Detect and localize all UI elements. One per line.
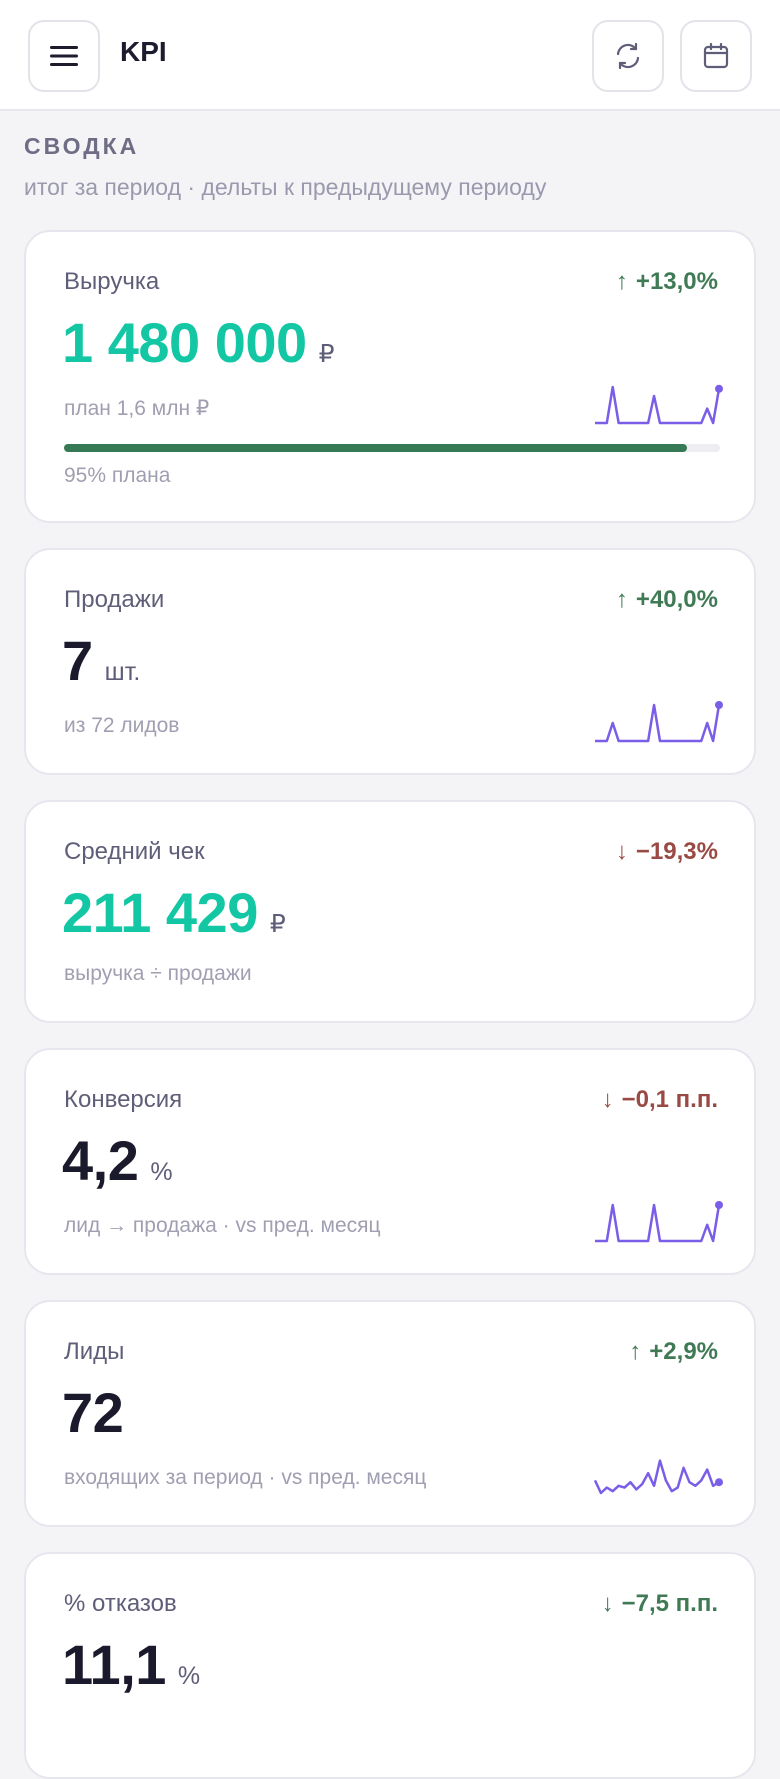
kpi-card-conversion[interactable]: Конверсия ↓ −0,1 п.п. 4,2 % лид → продаж… [24, 1048, 756, 1275]
sparkline-last-point [715, 1478, 723, 1487]
refresh-icon [616, 42, 640, 70]
kpi-label: Выручка [64, 268, 160, 295]
kpi-value: 72 [62, 1380, 135, 1445]
kpi-number: 11,1 [62, 1633, 166, 1696]
sparkline [595, 384, 723, 425]
kpi-note: из 72 лидов [64, 714, 180, 737]
kpi-number: 4,2 [62, 1129, 139, 1192]
kpi-label: % отказов [64, 1590, 177, 1617]
delta-value: −0,1 п.п. [621, 1086, 718, 1113]
kpi-number: 7 [62, 629, 93, 692]
kpi-number: 211 429 [62, 881, 258, 944]
delta-badge: ↓ −0,1 п.п. [602, 1086, 718, 1114]
menu-button[interactable] [28, 20, 100, 92]
top-bar: KPI [0, 0, 780, 111]
kpi-value: 7 шт. [62, 628, 140, 693]
kpi-value: 1 480 000 ₽ [62, 310, 335, 375]
progress-label: 95% плана [64, 464, 171, 487]
delta-value: +40,0% [635, 586, 718, 613]
calendar-button[interactable] [680, 20, 752, 92]
kpi-unit: шт. [104, 658, 141, 686]
kpi-note: план 1,6 млн ₽ [64, 397, 210, 420]
delta-value: +2,9% [649, 1338, 718, 1365]
arrow-down-icon: ↓ [601, 1590, 614, 1617]
kpi-label: Конверсия [64, 1086, 183, 1113]
sparkline-path [595, 1203, 721, 1243]
kpi-unit: ₽ [269, 910, 286, 938]
delta-value: +13,0% [635, 268, 718, 295]
delta-badge: ↑ +13,0% [616, 268, 718, 296]
section-title: СВОДКА [24, 133, 140, 159]
arrow-up-icon: ↑ [615, 268, 628, 295]
sparkline-path [595, 703, 721, 743]
sparkline-last-point [715, 384, 723, 393]
kpi-number: 72 [62, 1381, 124, 1444]
arrow-down-icon: ↓ [601, 1086, 614, 1113]
kpi-unit: % [150, 1158, 173, 1186]
page-title: KPI [120, 36, 167, 67]
calendar-icon [703, 42, 729, 69]
refresh-button[interactable] [592, 20, 664, 92]
kpi-value: 211 429 ₽ [62, 880, 286, 945]
kpi-value: 4,2 % [62, 1128, 173, 1193]
sparkline-last-point [715, 1201, 723, 1209]
sparkline-path [593, 1459, 720, 1495]
sparkline-last-point [715, 701, 723, 709]
kpi-number: 1 480 000 [62, 311, 307, 374]
kpi-card-average-check[interactable]: Средний чек ↓ −19,3% 211 429 ₽ выручка ÷… [24, 800, 756, 1023]
kpi-card-rejections[interactable]: % отказов ↓ −7,5 п.п. 11,1 % [24, 1552, 756, 1779]
kpi-value: 11,1 % [62, 1632, 200, 1697]
kpi-unit: ₽ [318, 340, 335, 368]
kpi-card-sales[interactable]: Продажи ↑ +40,0% 7 шт. из 72 лидов [24, 548, 756, 775]
kpi-card-leads[interactable]: Лиды ↑ +2,9% 72 входящих за период · vs … [24, 1300, 756, 1527]
kpi-note: входящих за период · vs пред. месяц [64, 1466, 427, 1489]
delta-badge: ↓ −7,5 п.п. [602, 1590, 718, 1618]
section-subtitle: итог за период · дельты к предыдущему пе… [24, 174, 547, 200]
sparkline [595, 701, 723, 743]
delta-badge: ↓ −19,3% [616, 838, 718, 866]
hamburger-menu-icon [50, 46, 78, 66]
delta-value: −7,5 п.п. [621, 1590, 718, 1617]
sparkline-path [595, 385, 721, 425]
delta-badge: ↑ +40,0% [616, 586, 718, 614]
delta-value: −19,3% [635, 838, 718, 865]
kpi-note: лид → продажа · vs пред. месяц [64, 1214, 381, 1237]
kpi-note: выручка ÷ продажи [64, 962, 252, 985]
arrow-up-icon: ↑ [629, 1338, 642, 1365]
arrow-down-icon: ↓ [615, 838, 628, 865]
sparkline [595, 1201, 723, 1243]
plan-progress-fill [64, 444, 688, 452]
kpi-unit: % [177, 1662, 201, 1690]
kpi-label: Продажи [64, 586, 165, 613]
sparkline [593, 1459, 723, 1495]
arrow-up-icon: ↑ [615, 586, 628, 613]
kpi-label: Средний чек [64, 838, 205, 865]
kpi-card-revenue[interactable]: Выручка ↑ +13,0% 1 480 000 ₽ план 1,6 мл… [24, 230, 756, 523]
kpi-label: Лиды [64, 1338, 125, 1365]
plan-progress-bar [64, 444, 720, 452]
delta-badge: ↑ +2,9% [629, 1338, 718, 1366]
